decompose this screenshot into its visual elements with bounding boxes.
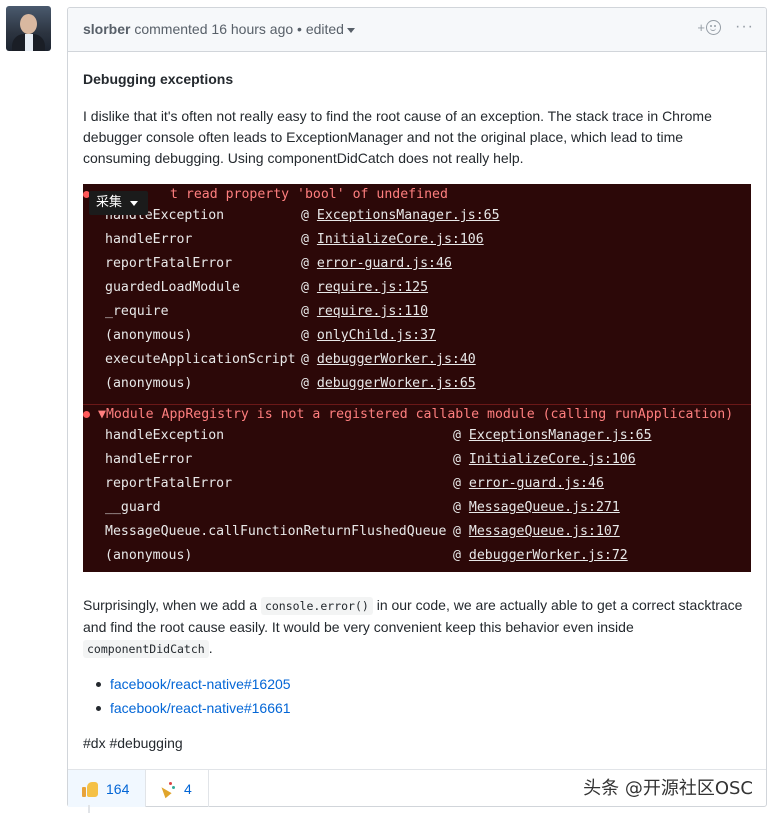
source-file-link[interactable]: ExceptionsManager.js:65 [469,428,652,443]
at-symbol: @ [301,376,309,391]
link-list: facebook/react-native#16205 facebook/rea… [96,674,291,722]
stack-frame-location: @ error-guard.js:46 [453,476,604,491]
stack-frame-location: @ require.js:110 [301,304,428,319]
stack-frame-function: __guard [105,500,161,515]
stack-frame-function: guardedLoadModule [105,280,240,295]
source-file-link[interactable]: error-guard.js:46 [317,256,452,271]
stack-frame-location: @ InitializeCore.js:106 [301,232,484,247]
comment-meta: slorber commented 16 hours ago • edited [83,21,355,37]
stack-frame-function: reportFatalError [105,256,233,271]
more-options-icon[interactable]: ··· [735,19,754,35]
stack-frame-location: @ ExceptionsManager.js:65 [453,428,652,443]
stack-frame-function: MessageQueue.callFunctionReturnFlushedQu… [105,524,447,539]
reaction-thumbs-up-button[interactable]: 164 [68,770,146,807]
issue-link[interactable]: facebook/react-native#16205 [110,676,291,692]
comment-heading: Debugging exceptions [83,71,234,87]
source-file-link[interactable]: error-guard.js:46 [469,476,604,491]
stack-frame-function: handleError [105,452,193,467]
console-error-1: t read property 'bool' of undefined [83,187,751,202]
comment-header: slorber commented 16 hours ago • edited … [68,8,766,52]
at-symbol: @ [453,500,461,515]
at-symbol: @ [301,232,309,247]
stack-frame-location: @ onlyChild.js:37 [301,328,436,343]
avatar[interactable] [6,6,51,51]
inline-code: componentDidCatch [83,640,209,658]
source-file-link[interactable]: debuggerWorker.js:65 [317,376,476,391]
stack-frame-location: @ InitializeCore.js:106 [453,452,636,467]
stack-frame-location: @ MessageQueue.js:271 [453,500,620,515]
error-dot-icon [83,410,90,418]
at-symbol: @ [301,256,309,271]
chevron-down-icon [346,27,355,33]
stack-frame-function: reportFatalError [105,476,233,491]
list-item: facebook/react-native#16661 [96,698,291,722]
smiley-icon [706,19,722,35]
comment-paragraph-1: I dislike that it's often not really eas… [83,108,712,166]
stack-frame-location: @ debuggerWorker.js:65 [301,376,476,391]
stack-frame-function: handleException [105,428,225,443]
stack-frame-function: (anonymous) [105,548,193,563]
thumbs-up-icon [82,781,98,797]
stack-frame-function: executeApplicationScript [105,352,296,367]
stack-frame-function: handleError [105,232,193,247]
source-file-link[interactable]: debuggerWorker.js:72 [469,548,628,563]
console-screenshot: t read property 'bool' of undefined hand… [83,184,751,572]
inline-code: console.error() [260,597,373,615]
stack-frame-location: @ debuggerWorker.js:40 [301,352,476,367]
at-symbol: @ [453,452,461,467]
watermark: 头条 @开源社区OSC [583,778,753,799]
add-reaction-button[interactable]: + [697,19,722,35]
source-file-link[interactable]: ExceptionsManager.js:65 [317,208,500,223]
stack-frame-location: @ require.js:125 [301,280,428,295]
list-item: facebook/react-native#16205 [96,674,291,698]
timeline-line [88,805,90,813]
comment-action: commented [134,21,208,37]
author-name[interactable]: slorber [83,21,130,37]
at-symbol: @ [301,208,309,223]
stack-frame-location: @ ExceptionsManager.js:65 [301,208,500,223]
stack-frame-location: @ error-guard.js:46 [301,256,452,271]
source-file-link[interactable]: require.js:125 [317,280,428,295]
at-symbol: @ [453,428,461,443]
source-file-link[interactable]: MessageQueue.js:271 [469,500,620,515]
stack-frame-function: (anonymous) [105,328,193,343]
plus-icon: + [697,19,706,35]
at-symbol: @ [301,304,309,319]
console-separator [83,404,751,405]
stack-frame-location: @ debuggerWorker.js:72 [453,548,628,563]
at-symbol: @ [453,476,461,491]
comment-tags: #dx #debugging [83,735,183,751]
at-symbol: @ [301,328,309,343]
reaction-count: 4 [184,780,192,797]
stack-frame-location: @ MessageQueue.js:107 [453,524,620,539]
reaction-count: 164 [106,780,130,797]
source-file-link[interactable]: InitializeCore.js:106 [469,452,636,467]
source-file-link[interactable]: require.js:110 [317,304,428,319]
source-file-link[interactable]: debuggerWorker.js:40 [317,352,476,367]
reaction-hooray-button[interactable]: 4 [146,770,209,807]
comment-box: slorber commented 16 hours ago • edited … [67,7,767,807]
source-file-link[interactable]: onlyChild.js:37 [317,328,436,343]
comment-paragraph-2: Surprisingly, when we add a console.erro… [83,597,743,658]
issue-link[interactable]: facebook/react-native#16661 [110,700,291,716]
at-symbol: @ [301,352,309,367]
source-file-link[interactable]: InitializeCore.js:106 [317,232,484,247]
stack-frame-function: _require [105,304,169,319]
chevron-down-icon [130,200,139,206]
meta-separator: • [297,21,302,37]
collect-button[interactable]: 采集 [89,191,149,215]
hooray-icon [160,781,176,797]
stack-frame-function: (anonymous) [105,376,193,391]
comment-time[interactable]: 16 hours ago [211,21,293,37]
console-error-2: ▼Module AppRegistry is not a registered … [83,407,751,422]
at-symbol: @ [301,280,309,295]
source-file-link[interactable]: MessageQueue.js:107 [469,524,620,539]
edited-dropdown[interactable]: edited [306,21,355,37]
at-symbol: @ [453,524,461,539]
at-symbol: @ [453,548,461,563]
